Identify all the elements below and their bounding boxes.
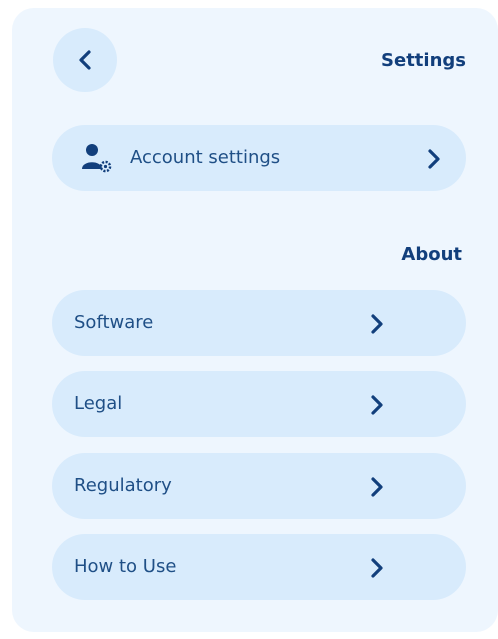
about-item-label: How to Use — [74, 556, 177, 577]
account-settings-button[interactable]: Account settings — [52, 125, 466, 191]
back-button[interactable] — [53, 28, 117, 92]
chevron-right-icon — [428, 149, 440, 169]
chevron-right-icon — [371, 558, 383, 578]
chevron-right-icon — [371, 395, 383, 415]
account-settings-label: Account settings — [130, 147, 281, 168]
about-section-title: About — [401, 244, 462, 265]
about-item-legal[interactable]: Legal — [52, 371, 466, 437]
about-item-label: Regulatory — [74, 475, 172, 496]
chevron-right-icon — [371, 477, 383, 497]
chevron-right-icon — [371, 314, 383, 334]
about-item-software[interactable]: Software — [52, 290, 466, 356]
about-item-regulatory[interactable]: Regulatory — [52, 453, 466, 519]
about-item-label: Software — [74, 312, 154, 333]
chevron-left-icon — [79, 50, 91, 70]
about-item-how-to-use[interactable]: How to Use — [52, 534, 466, 600]
page-title: Settings — [381, 50, 466, 71]
user-settings-icon — [82, 144, 112, 173]
about-item-label: Legal — [74, 393, 123, 414]
